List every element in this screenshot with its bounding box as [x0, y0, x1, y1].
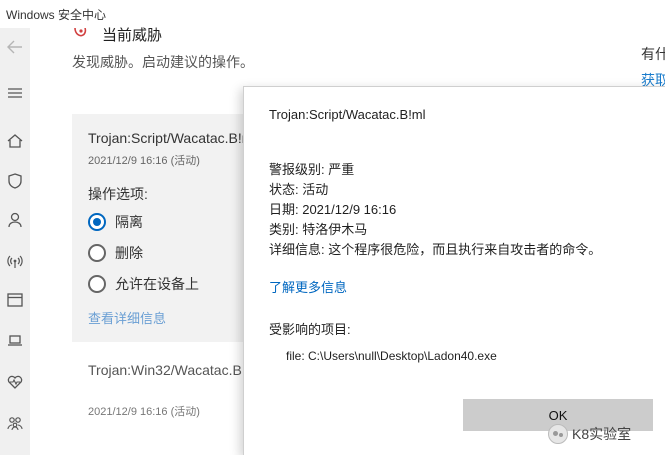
- radio-button[interactable]: [88, 244, 106, 262]
- alert-level: 警报级别: 严重: [269, 162, 355, 177]
- title-bar: Windows 安全中心: [0, 0, 665, 28]
- radio-allow[interactable]: 允许在设备上: [88, 273, 199, 295]
- laptop-icon[interactable]: [4, 329, 26, 351]
- menu-icon[interactable]: [4, 82, 26, 104]
- shield-icon[interactable]: [4, 170, 26, 192]
- threat-date: 2021/12/9 16:16 (活动): [88, 155, 200, 167]
- details-line: 详细信息: 这个程序很危险，而且执行来自攻击者的命令。: [269, 242, 602, 257]
- threat-name: Trojan:Script/Wacatac.B!ml: [88, 130, 257, 146]
- watermark: K8实验室: [548, 424, 631, 444]
- see-details-link[interactable]: 查看详细信息: [88, 308, 166, 327]
- sidebar: [0, 28, 30, 455]
- wifi-icon[interactable]: [4, 250, 26, 272]
- heart-icon[interactable]: [4, 371, 26, 393]
- affected-items-label: 受影响的项目:: [269, 322, 351, 337]
- radio-remove[interactable]: 删除: [88, 242, 143, 264]
- side-heading: 有什: [641, 46, 665, 62]
- threat-details-dialog: Trojan:Script/Wacatac.B!ml 警报级别: 严重 状态: …: [243, 86, 665, 455]
- date-line: 日期: 2021/12/9 16:16: [269, 202, 397, 217]
- radio-label: 删除: [115, 245, 143, 261]
- action-options-label: 操作选项:: [88, 186, 148, 202]
- status-line: 状态: 活动: [269, 182, 329, 197]
- radio-label: 隔离: [115, 214, 143, 230]
- page-description: 发现威胁。启动建议的操作。: [72, 54, 254, 70]
- learn-more-link[interactable]: 了解更多信息: [269, 277, 347, 296]
- browser-icon[interactable]: [4, 289, 26, 311]
- radio-quarantine[interactable]: 隔离: [88, 211, 143, 233]
- threat-date-2: 2021/12/9 16:16 (活动): [88, 406, 200, 418]
- account-icon[interactable]: [4, 209, 26, 231]
- back-arrow-icon[interactable]: [4, 36, 26, 58]
- page-title: 当前威胁: [102, 27, 163, 44]
- dialog-title: Trojan:Script/Wacatac.B!ml: [269, 107, 426, 122]
- radio-button[interactable]: [88, 275, 106, 293]
- threat-icon: [74, 28, 87, 37]
- wechat-logo-icon: [548, 424, 568, 444]
- threat-card[interactable]: Trojan:Script/Wacatac.B!ml 2021/12/9 16:…: [72, 114, 272, 342]
- affected-file-path: file: C:\Users\null\Desktop\Ladon40.exe: [286, 349, 497, 363]
- radio-button-checked[interactable]: [88, 213, 106, 231]
- watermark-text: K8实验室: [572, 426, 632, 442]
- radio-label: 允许在设备上: [115, 276, 199, 292]
- home-icon[interactable]: [4, 130, 26, 152]
- category-line: 类别: 特洛伊木马: [269, 222, 368, 237]
- app-title: Windows 安全中心: [6, 8, 107, 22]
- family-icon[interactable]: [4, 412, 26, 434]
